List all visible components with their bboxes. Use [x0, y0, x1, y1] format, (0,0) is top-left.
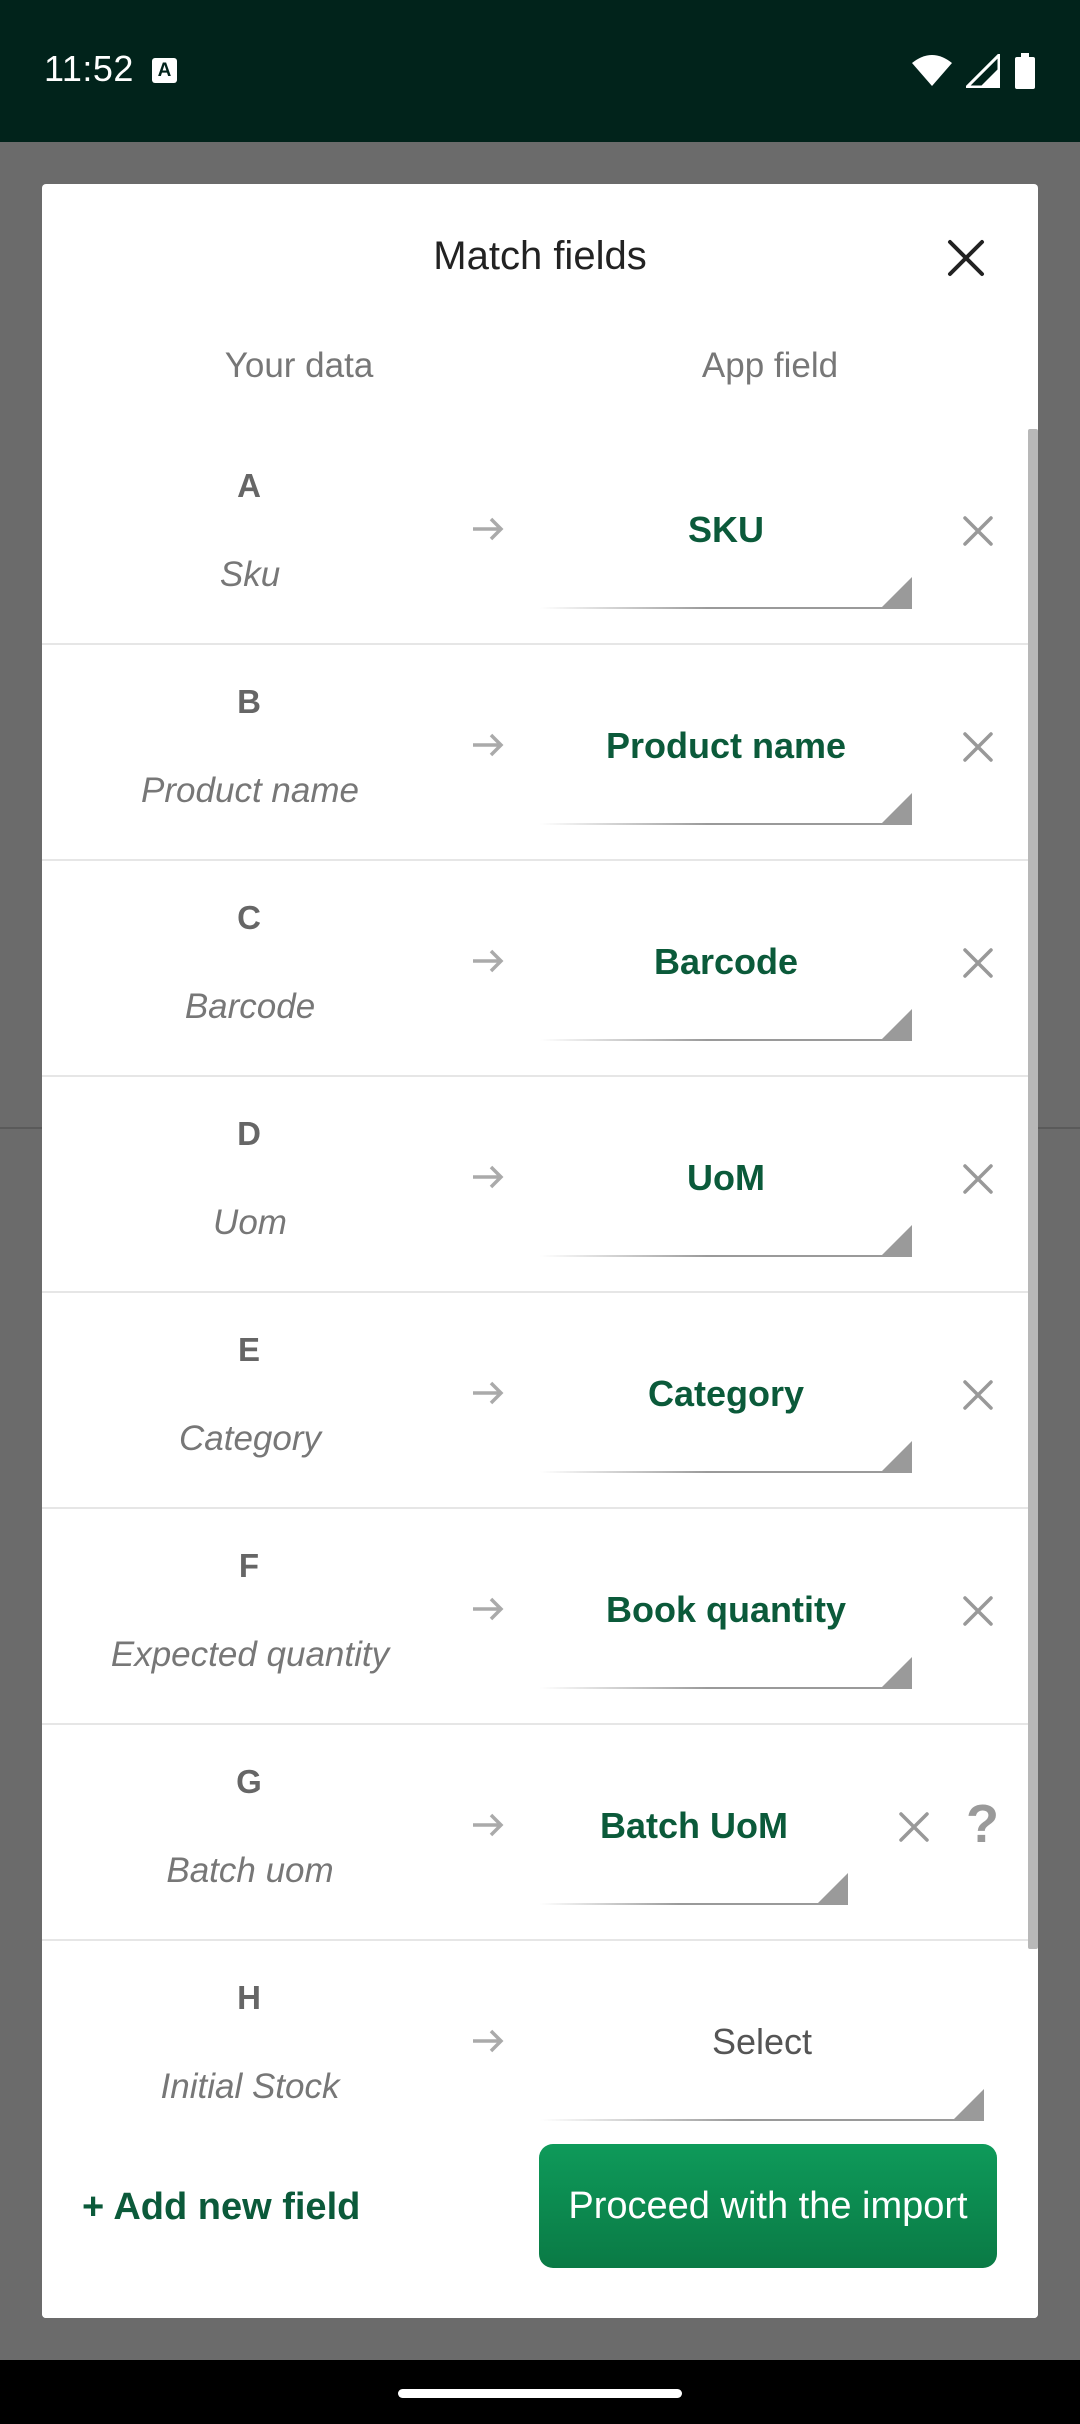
remove-field-icon[interactable] — [960, 1161, 996, 1197]
select-value: SKU — [687, 509, 764, 550]
app-field-select[interactable]: Batch UoM — [540, 1785, 848, 1905]
home-indicator[interactable] — [398, 2389, 682, 2398]
select-underline — [540, 1687, 912, 1689]
field-row-e: E Category Category — [42, 1293, 1028, 1509]
app-field-select[interactable]: Book quantity — [540, 1569, 912, 1689]
column-letter: H — [237, 1979, 261, 2016]
source-column-name: Expected quantity — [110, 1635, 390, 1674]
status-icons — [912, 52, 1036, 90]
column-letter: G — [236, 1763, 262, 1800]
field-row-h: H Initial Stock Select — [42, 1941, 1028, 2157]
dropdown-corner-icon — [880, 793, 912, 825]
source-column-name: Uom — [213, 1203, 287, 1242]
app-field-select[interactable]: UoM — [540, 1137, 912, 1257]
select-underline — [540, 1039, 912, 1041]
dropdown-corner-icon — [880, 1657, 912, 1689]
help-icon[interactable]: ? — [966, 1793, 999, 1855]
field-row-c: C Barcode Barcode — [42, 861, 1028, 1077]
app-field-select[interactable]: Product name — [540, 705, 912, 825]
select-underline — [540, 607, 912, 609]
column-letter: D — [237, 1115, 261, 1152]
dialog-title: Match fields — [433, 234, 647, 278]
close-icon[interactable] — [942, 234, 990, 282]
dialog-footer: + Add new field Proceed with the import — [42, 2144, 1038, 2318]
column-letter: C — [237, 899, 261, 936]
field-row-a: A Sku SKU — [42, 429, 1028, 645]
select-underline — [540, 1471, 912, 1473]
remove-field-icon[interactable] — [960, 513, 996, 549]
app-field-select[interactable]: SKU — [540, 489, 912, 609]
select-value: Book quantity — [606, 1589, 846, 1630]
a-box-icon: A — [152, 58, 177, 83]
source-column-name: Initial Stock — [160, 2067, 340, 2106]
your-data-header: Your data — [224, 346, 374, 385]
scrollbar[interactable] — [1028, 429, 1038, 1949]
arrow-right-icon — [473, 2029, 504, 2053]
select-underline — [540, 823, 912, 825]
column-letter: E — [237, 1331, 260, 1368]
select-value: UoM — [687, 1157, 765, 1198]
remove-field-icon[interactable] — [896, 1809, 932, 1845]
remove-field-icon[interactable] — [960, 945, 996, 981]
dropdown-corner-icon — [880, 1009, 912, 1041]
select-value: Product name — [605, 725, 847, 766]
arrow-right-icon — [473, 1381, 504, 1405]
arrow-right-icon — [473, 1165, 504, 1189]
dropdown-corner-icon — [880, 1441, 912, 1473]
status-bar: 11:52 A — [0, 0, 1080, 142]
app-field-select[interactable]: Category — [540, 1353, 912, 1473]
app-field-select[interactable]: Select — [540, 2001, 984, 2121]
arrow-right-icon — [473, 1597, 504, 1621]
select-underline — [540, 1903, 848, 1905]
status-time: 11:52 — [44, 48, 134, 89]
wifi-icon — [912, 55, 952, 86]
source-column-name: Category — [178, 1419, 322, 1458]
select-underline — [540, 2119, 984, 2121]
dropdown-corner-icon — [816, 1873, 848, 1905]
signal-icon — [966, 54, 1000, 88]
remove-field-icon[interactable] — [960, 1593, 996, 1629]
remove-field-icon[interactable] — [960, 1377, 996, 1413]
battery-icon — [1015, 53, 1035, 89]
field-rows[interactable]: A Sku SKU B Product name Product name C … — [42, 429, 1038, 2269]
dropdown-corner-icon — [952, 2089, 984, 2121]
select-value: Category — [647, 1373, 805, 1414]
select-underline — [540, 1255, 912, 1257]
arrow-right-icon — [473, 733, 504, 757]
proceed-import-button[interactable]: Proceed with the import — [539, 2144, 997, 2268]
source-column-name: Barcode — [184, 987, 316, 1026]
select-value: Barcode — [653, 941, 799, 982]
field-row-g: G Batch uom Batch UoM ? — [42, 1725, 1028, 1941]
add-new-field-button[interactable]: + Add new field — [82, 2186, 360, 2229]
arrow-right-icon — [473, 1813, 504, 1837]
match-fields-dialog: Match fields Your data App field A Sku S… — [42, 184, 1038, 2318]
select-placeholder: Select — [711, 2021, 813, 2062]
field-row-b: B Product name Product name — [42, 645, 1028, 861]
field-row-f: F Expected quantity Book quantity — [42, 1509, 1028, 1725]
dropdown-corner-icon — [880, 577, 912, 609]
remove-field-icon[interactable] — [960, 729, 996, 765]
column-letter: F — [238, 1547, 260, 1584]
source-column-name: Product name — [141, 771, 359, 810]
arrow-right-icon — [473, 949, 504, 973]
column-letter: A — [237, 467, 261, 504]
arrow-right-icon — [473, 517, 504, 541]
source-column-name: Sku — [219, 555, 281, 594]
select-value: Batch UoM — [600, 1805, 788, 1846]
dropdown-corner-icon — [880, 1225, 912, 1257]
column-letter: B — [237, 683, 261, 720]
app-field-select[interactable]: Barcode — [540, 921, 912, 1041]
app-field-header: App field — [701, 346, 839, 385]
field-row-d: D Uom UoM — [42, 1077, 1028, 1293]
source-column-name: Batch uom — [166, 1851, 334, 1890]
